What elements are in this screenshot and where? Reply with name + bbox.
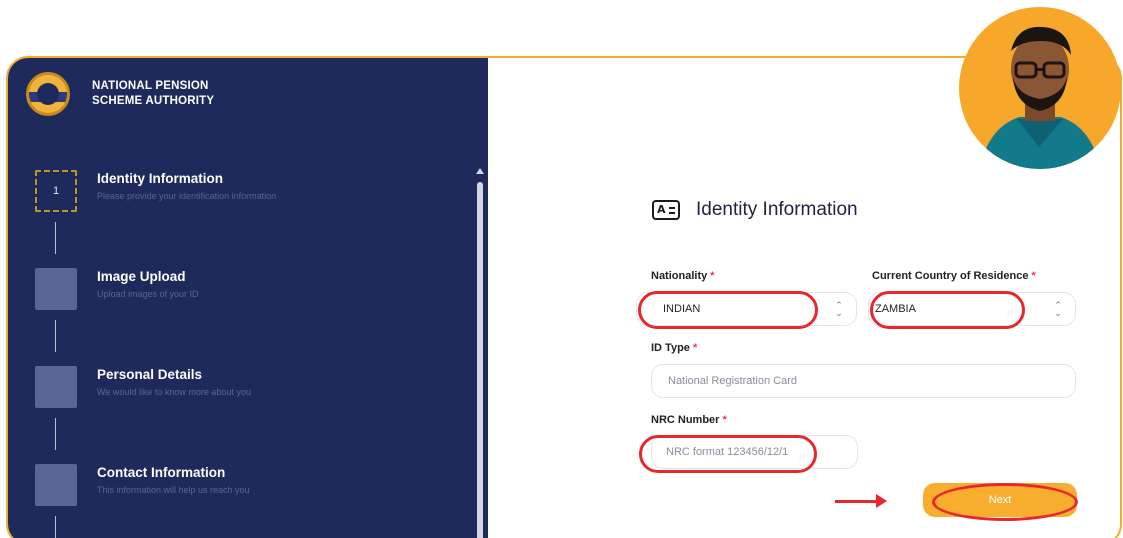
nrc-label: NRC Number *	[651, 414, 727, 426]
step-title: Identity Information	[97, 171, 223, 186]
step-subtitle: We would like to know more about you	[97, 387, 251, 397]
app-window: NATIONAL PENSION SCHEME AUTHORITY 1 Iden…	[6, 56, 1122, 538]
step-subtitle: Upload images of your ID	[97, 289, 199, 299]
step-connector	[55, 516, 56, 538]
sidebar-scrollbar[interactable]	[476, 168, 484, 538]
stage: NATIONAL PENSION SCHEME AUTHORITY 1 Iden…	[0, 0, 1123, 538]
step-title: Image Upload	[97, 269, 186, 284]
step-title: Personal Details	[97, 367, 203, 382]
id-card-icon: A	[652, 200, 680, 220]
step-number-box	[35, 366, 77, 408]
residence-select[interactable]: ZAMBIA ⌃ ⌄	[868, 292, 1076, 326]
scroll-up-icon[interactable]	[476, 168, 484, 174]
next-button[interactable]: Next	[923, 483, 1077, 517]
step-connector	[55, 222, 56, 254]
nationality-label: Nationality *	[651, 270, 715, 282]
step-number-box	[35, 268, 77, 310]
form-heading: A Identity Information	[652, 199, 858, 221]
logo-emblem-icon	[26, 72, 70, 116]
scroll-thumb[interactable]	[477, 182, 483, 538]
sidebar: NATIONAL PENSION SCHEME AUTHORITY 1 Iden…	[8, 58, 488, 538]
arrow-right-icon	[835, 494, 887, 508]
step-subtitle: Please provide your identification infor…	[97, 191, 277, 201]
step-subtitle: This information will help us reach you	[97, 485, 250, 495]
residence-value: ZAMBIA	[875, 303, 916, 315]
id-type-label: ID Type *	[651, 342, 698, 354]
page-title: Identity Information	[696, 199, 858, 220]
nationality-value: INDIAN	[663, 303, 701, 315]
avatar	[959, 7, 1121, 169]
brand-name: NATIONAL PENSION SCHEME AUTHORITY	[92, 79, 214, 109]
brand: NATIONAL PENSION SCHEME AUTHORITY	[26, 72, 214, 116]
step-number-box: 1	[35, 170, 77, 212]
brand-line-2: SCHEME AUTHORITY	[92, 95, 215, 107]
step-connector	[55, 418, 56, 450]
chevron-updown-icon: ⌃ ⌄	[835, 300, 843, 318]
brand-line-1: NATIONAL PENSION	[92, 80, 209, 92]
step-number-box	[35, 464, 77, 506]
nationality-select[interactable]: INDIAN ⌃ ⌄	[636, 292, 857, 326]
residence-label: Current Country of Residence *	[872, 270, 1036, 282]
step-connector	[55, 320, 56, 352]
chevron-updown-icon: ⌃ ⌄	[1054, 300, 1062, 318]
nrc-number-field[interactable]	[651, 435, 858, 469]
step-title: Contact Information	[97, 465, 226, 480]
id-type-field[interactable]	[651, 364, 1076, 398]
